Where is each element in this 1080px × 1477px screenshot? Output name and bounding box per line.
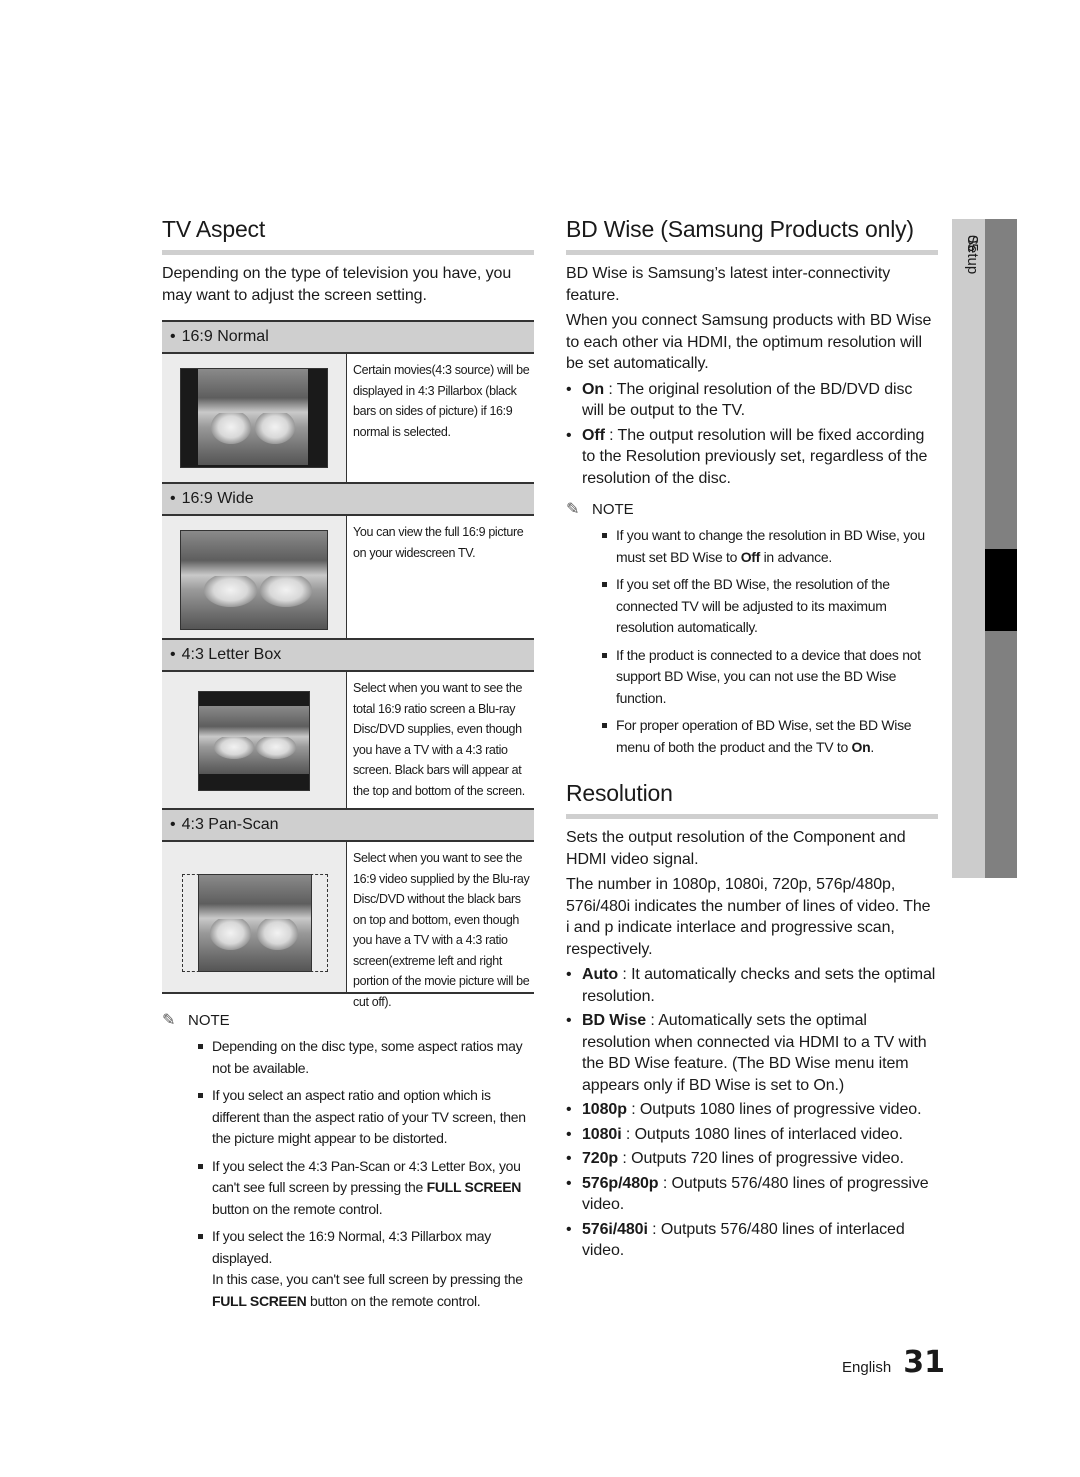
chapter-title: Setup [964, 235, 981, 275]
aspect-option-header: • 4:3 Letter Box [162, 640, 534, 672]
aspect-option-row: Select when you want to see the total 16… [162, 672, 534, 810]
bullet-icon: • [170, 490, 176, 507]
tab-active-marker [985, 549, 1017, 631]
aspect-option-header: • 16:9 Normal [162, 322, 534, 354]
chapter-side-tab: 05 Setup [952, 219, 1017, 878]
pencil-icon: ✎ [162, 1012, 176, 1029]
puppy-icon [210, 919, 251, 950]
puppies-image [198, 874, 312, 972]
note-item: Depending on the disc type, some aspect … [198, 1036, 534, 1079]
tv-screen [180, 368, 328, 468]
tv-aspect-section: TV Aspect Depending on the type of telev… [162, 214, 534, 1318]
aspect-option-description: Select when you want to see the total 16… [353, 681, 525, 798]
resolution-option: 1080i : Outputs 1080 lines of interlaced… [566, 1124, 938, 1146]
tv-aspect-intro: Depending on the type of television you … [162, 265, 512, 304]
heading-rule [566, 250, 938, 255]
full-screen-button-name: FULL SCREEN [212, 1292, 307, 1309]
aspect-option-label: 4:3 Letter Box [181, 646, 282, 663]
aspect-option-label: 16:9 Normal [181, 328, 269, 345]
bd-wise-option-on: On : The original resolution of the BD/D… [566, 379, 938, 422]
aspect-option-description: You can view the full 16:9 picture on yo… [353, 525, 524, 560]
puppies-image [180, 530, 328, 630]
note-label: NOTE [188, 1011, 230, 1029]
puppy-icon [214, 737, 254, 760]
panscan-picture [162, 842, 347, 992]
tv-aspect-note-list: Depending on the disc type, some aspect … [162, 1036, 534, 1312]
puppy-icon [204, 576, 257, 608]
resolution-option: 1080p : Outputs 1080 lines of progressiv… [566, 1099, 938, 1121]
note-heading: ✎ NOTE [162, 1010, 534, 1030]
aspect-option-label: 4:3 Pan-Scan [181, 816, 279, 833]
tv-aspect-heading: TV Aspect [162, 216, 266, 242]
tv-screen [198, 691, 310, 791]
footer-language: English [842, 1359, 892, 1376]
puppy-icon [256, 737, 296, 760]
bd-wise-options: On : The original resolution of the BD/D… [566, 379, 938, 490]
heading-rule [566, 814, 938, 819]
bd-wise-section: BD Wise (Samsung Products only) BD Wise … [566, 214, 938, 1265]
puppy-icon [257, 919, 298, 950]
note-item: If you want to change the resolution in … [602, 525, 938, 568]
puppy-icon [255, 413, 295, 444]
pillarbox-picture [162, 354, 347, 482]
bd-wise-paragraph: When you connect Samsung products with B… [566, 312, 932, 372]
bd-wise-option-off: Off : The output resolution will be fixe… [566, 425, 938, 490]
bullet-icon: • [170, 646, 176, 663]
aspect-option-label: 16:9 Wide [181, 490, 254, 507]
resolution-option: Auto : It automatically checks and sets … [566, 964, 938, 1007]
aspect-option-description: Select when you want to see the 16:9 vid… [353, 851, 530, 1009]
puppy-icon [211, 413, 251, 444]
resolution-option: BD Wise : Automatically sets the optimal… [566, 1010, 938, 1096]
resolution-option: 576i/480i : Outputs 576/480 lines of int… [566, 1219, 938, 1262]
puppies-image [198, 369, 308, 465]
aspect-option-description: Certain movies(4:3 source) will be displ… [353, 363, 530, 439]
aspect-option-row: You can view the full 16:9 picture on yo… [162, 516, 534, 640]
page-footer: English 31 [842, 1345, 945, 1380]
bd-wise-note-list: If you want to change the resolution in … [566, 525, 938, 758]
letterbox-picture [162, 672, 347, 808]
resolution-option: 720p : Outputs 720 lines of progressive … [566, 1148, 938, 1170]
bd-wise-paragraph: BD Wise is Samsung’s latest inter-connec… [566, 265, 891, 304]
note-heading: ✎ NOTE [566, 499, 938, 519]
resolution-option: 576p/480p : Outputs 576/480 lines of pro… [566, 1173, 938, 1216]
note-item: If the product is connected to a device … [602, 645, 938, 710]
resolution-heading: Resolution [566, 780, 673, 806]
note-label: NOTE [592, 500, 634, 518]
full-screen-button-name: FULL SCREEN [426, 1179, 522, 1195]
aspect-option-row: Select when you want to see the 16:9 vid… [162, 842, 534, 1009]
aspect-option-header: • 4:3 Pan-Scan [162, 810, 534, 842]
resolution-options: Auto : It automatically checks and sets … [566, 964, 938, 1262]
bullet-icon: • [170, 328, 176, 345]
page-number: 31 [903, 1345, 945, 1380]
note-item: For proper operation of BD Wise, set the… [602, 715, 938, 758]
resolution-paragraph: The number in 1080p, 1080i, 720p, 576p/4… [566, 876, 931, 958]
resolution-paragraph: Sets the output resolution of the Compon… [566, 829, 906, 868]
note-item: If you select the 16:9 Normal, 4:3 Pilla… [198, 1226, 534, 1312]
puppy-icon [259, 576, 313, 608]
puppies-image [199, 706, 309, 774]
aspect-options-table: • 16:9 Normal Certain movies(4:3 source) … [162, 320, 534, 1009]
chapter-label: 05 Setup [952, 219, 985, 878]
wide-picture [162, 516, 347, 638]
note-item: If you set off the BD Wise, the resoluti… [602, 574, 938, 639]
aspect-option-header: • 16:9 Wide [162, 484, 534, 516]
bullet-icon: • [170, 816, 176, 833]
bd-wise-heading: BD Wise (Samsung Products only) [566, 216, 914, 242]
aspect-option-row: Certain movies(4:3 source) will be displ… [162, 354, 534, 484]
note-item: If you select an aspect ratio and option… [198, 1085, 534, 1150]
note-item: If you select the 4:3 Pan-Scan or 4:3 Le… [198, 1156, 534, 1221]
resolution-section: Resolution Sets the output resolution of… [566, 778, 938, 1262]
pencil-icon: ✎ [566, 501, 580, 518]
heading-rule [162, 250, 534, 255]
